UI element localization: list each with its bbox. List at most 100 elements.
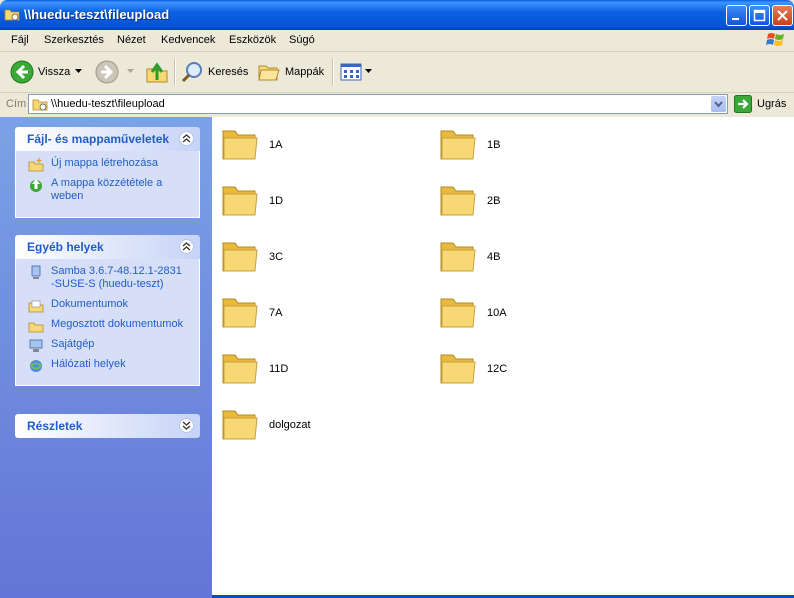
window-title: \\huedu-teszt\fileupload (24, 7, 170, 22)
details-title: Részletek (27, 419, 83, 433)
folder-label: 12C (487, 363, 508, 375)
chevron-up-icon (182, 242, 191, 251)
go-arrow-icon (734, 95, 752, 113)
menu-file[interactable]: Fájl (11, 34, 29, 46)
folder-item[interactable]: 7A (221, 293, 421, 337)
place-network-label: Hálózati helyek (51, 358, 126, 370)
address-input[interactable]: \\huedu-teszt\fileupload (28, 94, 728, 114)
folder-item[interactable]: 12C (439, 349, 639, 393)
task-new-folder[interactable]: Új mappa létrehozása (16, 157, 193, 172)
publish-web-icon (30, 179, 42, 192)
folder-item[interactable]: 1A (221, 125, 421, 169)
folder-item[interactable]: 4B (439, 237, 639, 281)
address-dropdown[interactable] (711, 96, 726, 112)
views-button[interactable] (340, 59, 373, 85)
task-pane: Fájl- és mappaműveletek Új mappa létreho… (0, 117, 212, 598)
file-tasks-header[interactable]: Fájl- és mappaműveletek (15, 127, 200, 151)
network-places-icon (30, 360, 42, 372)
task-publish-web[interactable]: A mappa közzététele a weben (16, 177, 193, 203)
menu-view[interactable]: Nézet (117, 34, 146, 46)
up-folder-button[interactable] (145, 59, 169, 85)
go-button[interactable]: Ugrás (734, 94, 786, 114)
go-label: Ugrás (757, 98, 787, 110)
details-header[interactable]: Részletek (15, 414, 200, 438)
title-bar[interactable]: \\huedu-teszt\fileupload (0, 0, 794, 30)
expand-button[interactable] (179, 418, 194, 433)
place-my-computer[interactable]: Sajátgép (16, 338, 193, 352)
file-tasks-body: Új mappa létrehozása A mappa közzététele… (15, 151, 200, 218)
other-places-title: Egyéb helyek (27, 240, 104, 254)
windows-logo-icon (766, 33, 784, 46)
toolbar-separator (174, 58, 176, 86)
folder-label: 10A (487, 307, 507, 319)
folder-item[interactable]: 2B (439, 181, 639, 225)
folder-label: 11D (269, 363, 289, 375)
folder-icon (222, 186, 258, 216)
dropdown-arrow-icon (365, 69, 372, 73)
place-shared-documents[interactable]: Megosztott dokumentumok (16, 318, 193, 333)
chevron-down-icon (182, 421, 191, 430)
folder-label: 3C (269, 251, 284, 263)
back-button[interactable]: Vissza (10, 59, 70, 85)
collapse-button[interactable] (179, 131, 194, 146)
chevron-down-icon (714, 101, 723, 108)
menu-favorites[interactable]: Kedvencek (161, 34, 215, 46)
place-my-computer-label: Sajátgép (51, 338, 95, 350)
folder-item[interactable]: 10A (439, 293, 639, 337)
folder-label: 1D (269, 195, 284, 207)
collapse-button[interactable] (179, 239, 194, 254)
folder-icon (440, 298, 476, 328)
menu-tools[interactable]: Eszközök (229, 34, 276, 46)
toolbar-separator (332, 58, 334, 86)
place-samba-server[interactable]: Samba 3.6.7-48.12.1-2831-SUSE-S (huedu-t… (16, 265, 193, 291)
up-folder-icon (146, 62, 168, 83)
maximize-button[interactable] (749, 5, 770, 26)
folder-item[interactable]: 11D (221, 349, 421, 393)
forward-button[interactable] (95, 59, 119, 85)
other-places-header[interactable]: Egyéb helyek (15, 235, 200, 259)
place-documents-label: Dokumentumok (51, 298, 129, 310)
folder-icon (440, 130, 476, 160)
my-computer-icon (29, 339, 43, 352)
toolbar: Vissza Keresés Mappák (0, 52, 794, 93)
back-dropdown[interactable] (75, 59, 83, 85)
documents-icon (28, 300, 44, 313)
new-folder-icon (28, 158, 44, 172)
menu-help[interactable]: Súgó (289, 34, 315, 46)
address-value: \\huedu-teszt\fileupload (51, 98, 165, 110)
forward-dropdown[interactable] (127, 59, 135, 85)
other-places-panel: Egyéb helyek Samba 3.6.7-48.12.1-2831-SU… (15, 235, 200, 386)
folder-label: 1A (269, 139, 283, 151)
folder-label: 4B (487, 251, 501, 263)
close-icon (777, 10, 788, 21)
menu-edit[interactable]: Szerkesztés (44, 34, 104, 46)
place-samba-label: Samba 3.6.7-48.12.1-2831-SUSE-S (huedu-t… (51, 265, 182, 290)
folder-item[interactable]: 1B (439, 125, 639, 169)
network-computer-icon (31, 265, 41, 279)
search-label: Keresés (208, 66, 249, 78)
folder-icon (440, 242, 476, 272)
folders-button[interactable]: Mappák (257, 59, 324, 85)
search-button[interactable]: Keresés (180, 59, 248, 85)
address-bar: Cím \\huedu-teszt\fileupload Ugrás (0, 93, 794, 116)
shared-folder-icon (28, 322, 44, 333)
close-button[interactable] (772, 5, 793, 26)
back-label: Vissza (38, 66, 71, 78)
place-network[interactable]: Hálózati helyek (16, 358, 193, 372)
place-documents[interactable]: Dokumentumok (16, 298, 193, 313)
folder-window-icon (4, 9, 20, 21)
folder-item[interactable]: 3C (221, 237, 421, 281)
chevron-up-icon (182, 134, 191, 143)
dropdown-arrow-icon (127, 69, 134, 73)
folder-item[interactable]: 1D (221, 181, 421, 225)
folder-view: 1A 1B 1D 2B 3C 4B 7A 10A 11D 12C dolgozat (212, 117, 794, 595)
details-panel: Részletek (15, 414, 200, 438)
minimize-button[interactable] (726, 5, 747, 26)
maximize-icon (753, 9, 766, 22)
folder-item[interactable]: dolgozat (221, 405, 421, 449)
folder-label: 7A (269, 307, 283, 319)
address-label: Cím (6, 98, 27, 110)
task-new-folder-label: Új mappa létrehozása (51, 157, 159, 169)
network-folder-icon (32, 99, 48, 111)
menu-bar: Fájl Szerkesztés Nézet Kedvencek Eszközö… (0, 30, 794, 52)
